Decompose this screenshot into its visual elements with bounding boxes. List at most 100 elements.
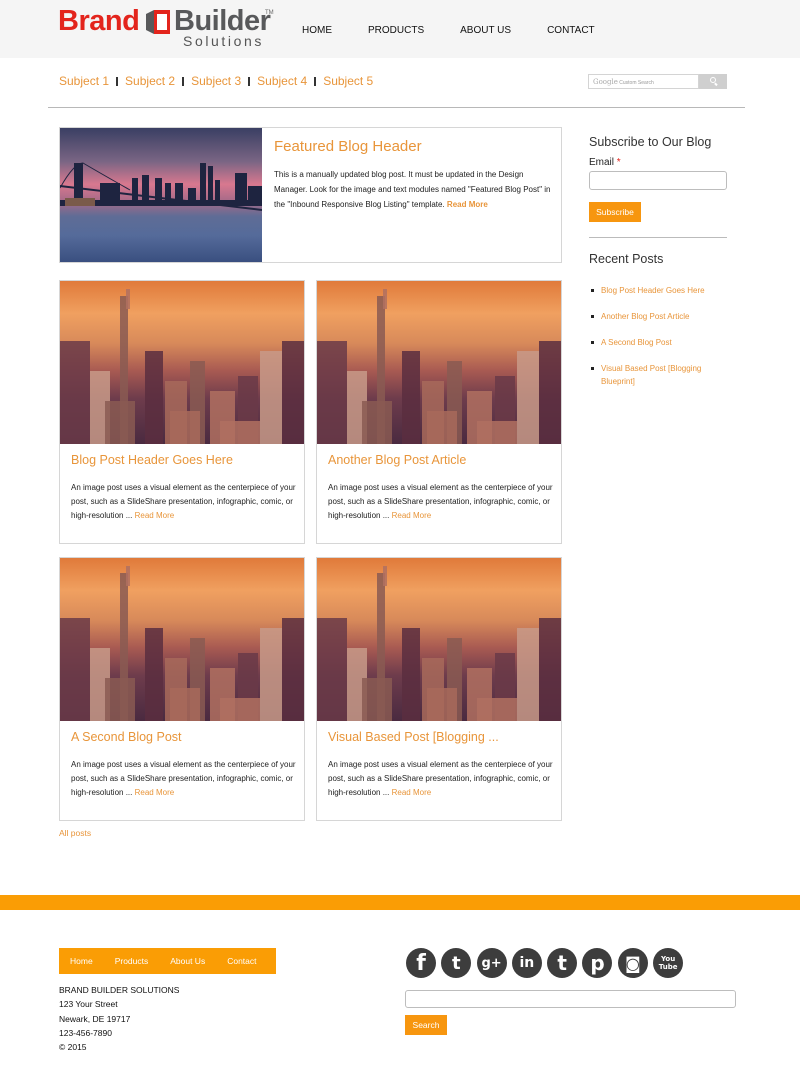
nav-home[interactable]: HOME (302, 25, 332, 36)
post-card: Another Blog Post Article An image post … (316, 280, 562, 544)
recent-post-link[interactable]: Blog Post Header Goes Here (601, 286, 705, 295)
post-excerpt: An image post uses a visual element as t… (71, 481, 297, 523)
recent-posts-title: Recent Posts (589, 252, 664, 266)
city-aerial-image (317, 566, 561, 721)
footer-search-button[interactable]: Search (405, 1015, 447, 1035)
subject-link-5[interactable]: Subject 5 (323, 74, 373, 88)
building-shape (260, 351, 282, 444)
footer-address: BRAND BUILDER SOLUTIONS 123 Your Street … (59, 983, 179, 1054)
street-address: 123 Your Street (59, 999, 118, 1010)
building-shape (539, 341, 561, 444)
subscribe-title: Subscribe to Our Blog (589, 135, 712, 149)
site-search-button[interactable] (699, 74, 727, 89)
city-state-zip: Newark, DE 19717 (59, 1013, 131, 1024)
footer-nav-contact[interactable]: Contact (227, 956, 256, 966)
recent-post-item: Visual Based Post [Blogging Blueprint] (589, 362, 729, 388)
building-shape (317, 618, 347, 721)
nav-about-us[interactable]: ABOUT US (460, 25, 511, 36)
separator (116, 76, 119, 86)
separator (248, 76, 251, 86)
building-shape (383, 566, 387, 586)
footer-accent-bar (0, 895, 800, 910)
facebook-icon[interactable]: f (406, 948, 436, 978)
featured-content: Featured Blog Header This is a manually … (274, 138, 554, 212)
google-brand-label: Google (593, 78, 618, 86)
featured-title[interactable]: Featured Blog Header (274, 138, 554, 155)
linkedin-icon[interactable]: in (511, 948, 542, 978)
logo-trademark: TM (265, 10, 274, 16)
recent-post-link[interactable]: Visual Based Post [Blogging Blueprint] (601, 364, 701, 386)
nav-contact[interactable]: CONTACT (547, 25, 595, 36)
nav-products[interactable]: PRODUCTS (368, 25, 424, 36)
building-shape (427, 411, 457, 444)
recent-post-item: Another Blog Post Article (589, 310, 729, 323)
building-shape (145, 628, 163, 721)
recent-post-link[interactable]: A Second Blog Post (601, 338, 672, 347)
subject-link-2[interactable]: Subject 2 (125, 74, 175, 88)
building-shape (170, 411, 200, 444)
post-image[interactable] (317, 558, 561, 721)
email-field[interactable] (589, 171, 727, 190)
post-read-more-link[interactable]: Read More (135, 788, 175, 797)
required-marker: * (616, 157, 621, 168)
footer-nav-home[interactable]: Home (70, 956, 93, 966)
site-header: Brand Builder TM Solutions HOME PRODUCTS… (0, 0, 800, 58)
subscribe-button[interactable]: Subscribe (589, 202, 641, 222)
site-search-input[interactable]: Google Custom Search (588, 74, 699, 89)
post-image[interactable] (317, 281, 561, 444)
header-divider (48, 107, 745, 108)
building-shape (282, 618, 304, 721)
post-title[interactable]: A Second Blog Post (71, 730, 182, 744)
building-shape (402, 628, 420, 721)
post-excerpt: An image post uses a visual element as t… (71, 758, 297, 800)
building-shape (145, 351, 163, 444)
post-read-more-link[interactable]: Read More (392, 788, 432, 797)
building-shape (126, 289, 130, 309)
all-posts-link[interactable]: All posts (59, 828, 91, 838)
post-read-more-link[interactable]: Read More (135, 511, 175, 520)
subject-link-3[interactable]: Subject 3 (191, 74, 241, 88)
building-shape (105, 678, 135, 721)
footer-search-input[interactable] (405, 990, 736, 1008)
subject-link-1[interactable]: Subject 1 (59, 74, 109, 88)
recent-posts-list: Blog Post Header Goes Here Another Blog … (589, 284, 729, 401)
building-shape (539, 618, 561, 721)
featured-image[interactable] (60, 128, 262, 262)
building-shape (60, 341, 90, 444)
google-plus-icon[interactable]: g+ (476, 948, 507, 978)
footer-nav: Home Products About Us Contact (59, 948, 276, 974)
twitter-icon[interactable]: t (441, 948, 472, 978)
recent-post-link[interactable]: Another Blog Post Article (601, 312, 690, 321)
instagram-icon[interactable]: ◙ (617, 948, 648, 978)
pinterest-icon[interactable]: p (582, 948, 613, 978)
featured-read-more-link[interactable]: Read More (447, 200, 488, 209)
post-title[interactable]: Visual Based Post [Blogging ... (328, 730, 499, 744)
main-nav: HOME PRODUCTS ABOUT US CONTACT (302, 25, 631, 36)
building-shape (427, 688, 457, 721)
subject-link-4[interactable]: Subject 4 (257, 74, 307, 88)
separator (182, 76, 185, 86)
footer-nav-about-us[interactable]: About Us (170, 956, 205, 966)
post-read-more-link[interactable]: Read More (392, 511, 432, 520)
post-excerpt: An image post uses a visual element as t… (328, 481, 554, 523)
youtube-icon[interactable]: You Tube (653, 948, 684, 978)
post-image[interactable] (60, 281, 304, 444)
post-card: Visual Based Post [Blogging ... An image… (316, 557, 562, 821)
building-shape (105, 401, 135, 444)
building-shape (477, 421, 517, 444)
social-icons: f t g+ in t p ◙ You Tube (406, 948, 688, 978)
featured-body: This is a manually updated blog post. It… (274, 167, 554, 212)
post-excerpt-text: An image post uses a visual element as t… (328, 760, 553, 797)
separator (314, 76, 317, 86)
building-shape (170, 688, 200, 721)
tumblr-icon[interactable]: t (547, 948, 578, 978)
building-shape (220, 421, 260, 444)
footer-nav-products[interactable]: Products (115, 956, 149, 966)
search-placeholder: Custom Search (619, 80, 654, 86)
post-title[interactable]: Another Blog Post Article (328, 453, 466, 467)
brand-logo[interactable]: Brand Builder TM Solutions (58, 5, 274, 49)
post-image[interactable] (60, 558, 304, 721)
logo-solutions-text: Solutions (183, 33, 264, 49)
building-shape (317, 341, 347, 444)
post-title[interactable]: Blog Post Header Goes Here (71, 453, 233, 467)
